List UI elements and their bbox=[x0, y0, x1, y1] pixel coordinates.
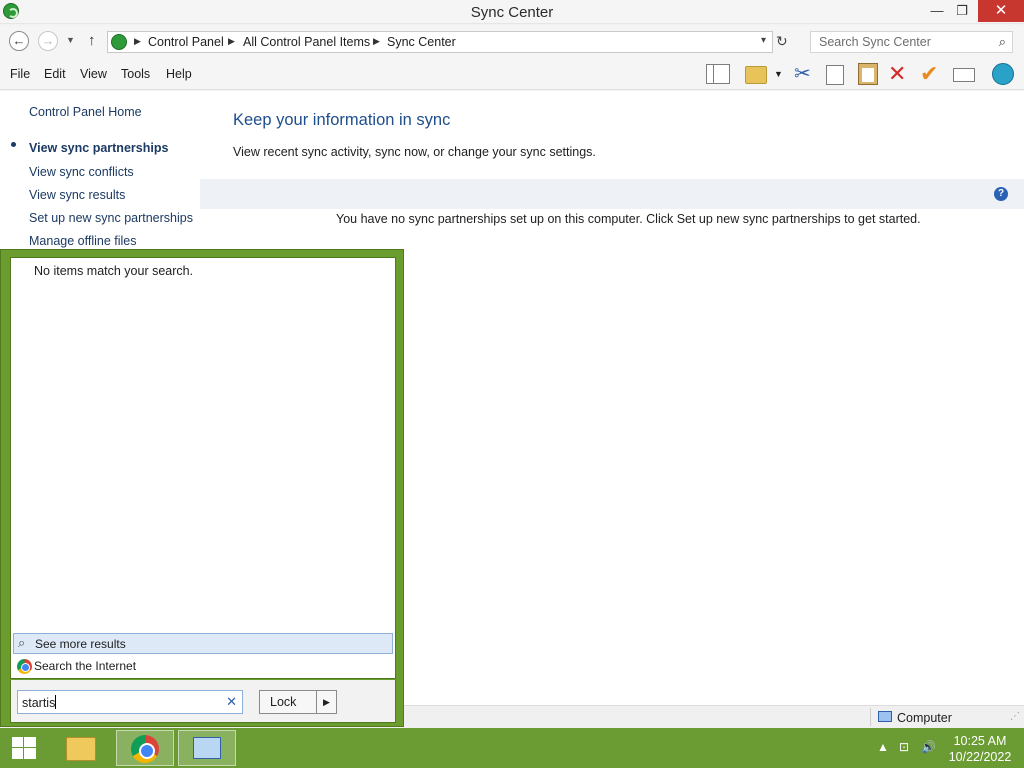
chrome-icon bbox=[17, 659, 32, 674]
address-dropdown-icon[interactable]: ▾ bbox=[761, 35, 766, 46]
address-bar[interactable]: ▶ Control Panel ▶ All Control Panel Item… bbox=[107, 31, 773, 53]
chrome-icon bbox=[131, 735, 159, 763]
clear-search-icon[interactable]: ✕ bbox=[226, 694, 237, 710]
control-panel-icon bbox=[111, 34, 127, 50]
system-clock[interactable]: 10:25 AM 10/22/2022 bbox=[947, 733, 1013, 765]
clock-date: 10/22/2022 bbox=[948, 750, 1012, 764]
minimize-button[interactable]: — bbox=[928, 0, 946, 22]
search-query: startis bbox=[22, 696, 56, 710]
restore-button[interactable]: ❐ bbox=[952, 0, 972, 22]
manage-offline-files-link[interactable]: Manage offline files bbox=[29, 234, 136, 248]
menu-help[interactable]: Help bbox=[166, 67, 192, 81]
see-more-results-label: See more results bbox=[35, 637, 126, 651]
breadcrumb-separator[interactable]: ▶ bbox=[134, 36, 141, 47]
taskbar-chrome[interactable] bbox=[116, 730, 174, 766]
copy-icon[interactable] bbox=[826, 65, 844, 85]
folder-check-icon[interactable] bbox=[745, 66, 767, 84]
back-button[interactable]: ← bbox=[9, 31, 29, 51]
taskbar-control-panel[interactable] bbox=[178, 730, 236, 766]
help-icon[interactable]: ? bbox=[994, 187, 1008, 201]
breadcrumb-separator[interactable]: ▶ bbox=[228, 36, 235, 47]
view-sync-partnerships-link[interactable]: View sync partnerships bbox=[29, 141, 168, 155]
menu-edit[interactable]: Edit bbox=[44, 67, 66, 81]
navigation-bar: ← → ▼ ↑ ▶ Control Panel ▶ All Control Pa… bbox=[0, 26, 1024, 58]
page-title: Keep your information in sync bbox=[233, 111, 451, 129]
breadcrumb-separator[interactable]: ▶ bbox=[373, 36, 380, 47]
layout-pane-icon[interactable] bbox=[706, 64, 730, 84]
status-location: Computer bbox=[897, 711, 952, 725]
search-internet-item[interactable]: Search the Internet bbox=[13, 657, 393, 677]
taskbar: ▲ ⊡ 🔊 10:25 AM 10/22/2022 bbox=[0, 728, 1024, 768]
command-bar: ? bbox=[200, 179, 1024, 209]
menu-bar: File Edit View Tools Help ▼ ✂ ✕ ✔ bbox=[0, 58, 1024, 90]
menu-view[interactable]: View bbox=[80, 67, 107, 81]
up-button[interactable]: ↑ bbox=[88, 32, 96, 49]
network-icon[interactable]: ⊡ bbox=[899, 740, 909, 754]
window-title: Sync Center bbox=[470, 4, 554, 21]
breadcrumb-sync-center[interactable]: Sync Center bbox=[387, 35, 456, 49]
no-results-message: No items match your search. bbox=[34, 264, 194, 278]
active-bullet-icon bbox=[11, 142, 16, 147]
search-results-list: No items match your search. ⌕ See more r… bbox=[10, 257, 396, 679]
volume-icon[interactable]: 🔊 bbox=[921, 740, 936, 754]
start-search-input[interactable]: startis ✕ bbox=[17, 690, 243, 714]
text-caret bbox=[55, 695, 57, 709]
search-icon: ⌕ bbox=[18, 635, 26, 650]
menu-file[interactable]: File bbox=[10, 67, 30, 81]
show-hidden-icons-icon[interactable]: ▲ bbox=[877, 740, 889, 754]
search-placeholder: Search Sync Center bbox=[819, 35, 931, 49]
status-divider bbox=[870, 708, 871, 726]
recent-locations-chevron-icon[interactable]: ▼ bbox=[66, 35, 75, 45]
control-panel-icon bbox=[193, 737, 221, 759]
checkmark-icon[interactable]: ✔ bbox=[920, 62, 944, 86]
chevron-down-icon[interactable]: ▼ bbox=[774, 69, 784, 93]
globe-icon[interactable] bbox=[992, 63, 1014, 85]
search-box[interactable]: Search Sync Center ⌕ bbox=[810, 31, 1013, 53]
lock-button-label: Lock bbox=[270, 695, 297, 709]
breadcrumb-all-items[interactable]: All Control Panel Items bbox=[243, 35, 370, 49]
see-more-results-item[interactable]: ⌕ See more results bbox=[13, 633, 393, 654]
file-explorer-icon bbox=[66, 737, 96, 761]
windows-logo-icon bbox=[12, 737, 36, 759]
title-bar: Sync Center — ❐ ✕ bbox=[0, 0, 1024, 24]
view-sync-results-link[interactable]: View sync results bbox=[29, 188, 125, 202]
start-menu: No items match your search. ⌕ See more r… bbox=[0, 249, 404, 727]
control-panel-home-link[interactable]: Control Panel Home bbox=[29, 105, 142, 119]
start-search-bar: startis ✕ Lock ▶ bbox=[10, 680, 396, 723]
paste-icon[interactable] bbox=[858, 63, 878, 85]
clock-time: 10:25 AM bbox=[953, 734, 1007, 748]
cut-icon[interactable]: ✂ bbox=[794, 62, 818, 86]
view-sync-conflicts-link[interactable]: View sync conflicts bbox=[29, 165, 134, 179]
breadcrumb-control-panel[interactable]: Control Panel bbox=[148, 35, 224, 49]
empty-state-message: You have no sync partnerships set up on … bbox=[336, 212, 921, 226]
lock-button[interactable]: Lock ▶ bbox=[259, 690, 337, 714]
start-button[interactable] bbox=[0, 728, 48, 768]
power-options-arrow-icon[interactable]: ▶ bbox=[316, 691, 336, 713]
search-internet-label: Search the Internet bbox=[34, 659, 137, 673]
page-description: View recent sync activity, sync now, or … bbox=[233, 145, 596, 159]
taskbar-file-explorer[interactable] bbox=[52, 730, 110, 766]
computer-icon bbox=[878, 711, 892, 722]
forward-button[interactable]: → bbox=[38, 31, 58, 51]
menu-tools[interactable]: Tools bbox=[121, 67, 150, 81]
search-icon[interactable]: ⌕ bbox=[999, 34, 1006, 50]
refresh-icon[interactable]: ↻ bbox=[776, 33, 788, 50]
setup-sync-partnerships-link[interactable]: Set up new sync partnerships bbox=[29, 211, 193, 225]
close-button[interactable]: ✕ bbox=[978, 0, 1024, 22]
delete-icon[interactable]: ✕ bbox=[888, 62, 912, 86]
resize-grip-icon[interactable]: ⋰ bbox=[1010, 711, 1020, 722]
properties-icon[interactable] bbox=[953, 68, 975, 82]
